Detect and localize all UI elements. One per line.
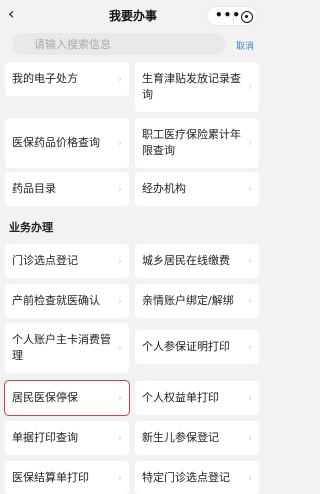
business-item-special-outpatient[interactable]: 特定门诊选点登记 ›	[135, 461, 259, 494]
chevron-right-icon: ›	[118, 472, 122, 484]
service-item-label: 个人参保证明打印	[142, 340, 230, 353]
service-item-label: 经办机构	[142, 182, 186, 195]
service-item-label: 门诊选点登记	[12, 254, 78, 267]
chevron-right-icon: ›	[118, 74, 122, 85]
chevron-right-icon: ›	[118, 256, 122, 267]
business-item-newborn-registration[interactable]: 新生儿参保登记 ›	[135, 421, 259, 455]
chevron-right-icon: ›	[118, 393, 122, 404]
service-item-label: 亲情账户绑定/解绑	[142, 294, 234, 307]
business-item-prenatal-check[interactable]: 产前检查就医确认 ›	[5, 284, 129, 318]
chevron-right-icon: ›	[248, 184, 252, 195]
business-item-outpatient-point[interactable]: 门诊选点登记 ›	[5, 244, 129, 278]
chevron-right-icon: ›	[248, 393, 252, 404]
chevron-right-icon: ›	[248, 433, 252, 444]
service-item-label: 个人权益单打印	[142, 391, 219, 404]
service-item-label: 单据打印查询	[12, 431, 78, 444]
close-circle-icon[interactable]	[241, 11, 253, 23]
service-item-label: 药品目录	[12, 182, 56, 195]
business-item-receipt-print[interactable]: 单据打印查询 ›	[5, 421, 129, 455]
service-item-drug-catalog[interactable]: 药品目录 ›	[5, 172, 129, 206]
business-item-main-card-management[interactable]: 个人账户主卡消费管理 ›	[5, 323, 129, 373]
section-title: 业务办理	[9, 221, 53, 234]
chevron-right-icon: ›	[118, 138, 122, 149]
service-item-label: 医保结算单打印	[12, 470, 89, 484]
business-item-family-account[interactable]: 亲情账户绑定/解绑 ›	[135, 284, 259, 318]
business-item-online-payment[interactable]: 城乡居民在线缴费 ›	[135, 244, 259, 278]
chevron-right-icon: ›	[118, 184, 122, 195]
chevron-right-icon: ›	[248, 296, 252, 307]
mini-program-capsule: •••	[206, 6, 258, 26]
chevron-right-icon: ›	[248, 342, 252, 353]
business-item-insurance-certificate[interactable]: 个人参保证明打印 ›	[135, 330, 259, 364]
service-item-label: 产前检查就医确认	[12, 294, 100, 307]
service-item-agencies[interactable]: 经办机构 ›	[135, 172, 259, 206]
service-item-label: 生育津贴发放记录查询	[142, 72, 241, 101]
chevron-right-icon: ›	[248, 82, 252, 93]
service-item-label: 我的电子处方	[12, 72, 78, 85]
service-item-label: 职工医疗保险累计年限查询	[142, 128, 241, 157]
service-item-e-prescription[interactable]: 我的电子处方 ›	[5, 62, 129, 96]
chevron-right-icon: ›	[248, 472, 252, 484]
search-input[interactable]	[12, 33, 226, 55]
business-item-rights-statement[interactable]: 个人权益单打印 ›	[135, 381, 259, 415]
chevron-right-icon: ›	[248, 138, 252, 149]
nav-bar: ‹ 我要办事 •••	[0, 0, 266, 32]
capsule-divider	[233, 11, 234, 23]
cancel-button[interactable]: 取消	[236, 39, 254, 52]
service-item-label: 医保药品价格查询	[12, 136, 100, 149]
more-icon[interactable]: •••	[215, 8, 241, 22]
service-item-label: 居民医保停保	[12, 391, 78, 404]
service-item-maternity-allowance[interactable]: 生育津贴发放记录查询 ›	[135, 62, 259, 112]
chevron-right-icon: ›	[248, 256, 252, 267]
service-item-label: 特定门诊选点登记	[142, 470, 230, 484]
chevron-right-icon: ›	[118, 296, 122, 307]
service-item-insurance-years[interactable]: 职工医疗保险累计年限查询 ›	[135, 118, 259, 168]
service-item-label: 新生儿参保登记	[142, 431, 219, 444]
business-item-suspend-resident-insurance[interactable]: 居民医保停保 ›	[4, 380, 130, 416]
chevron-right-icon: ›	[118, 343, 122, 354]
chevron-right-icon: ›	[118, 433, 122, 444]
service-item-label: 个人账户主卡消费管理	[12, 333, 111, 362]
service-item-drug-price[interactable]: 医保药品价格查询 ›	[5, 118, 129, 168]
service-item-label: 城乡居民在线缴费	[142, 254, 230, 267]
business-item-settlement-print[interactable]: 医保结算单打印 ›	[5, 461, 129, 494]
